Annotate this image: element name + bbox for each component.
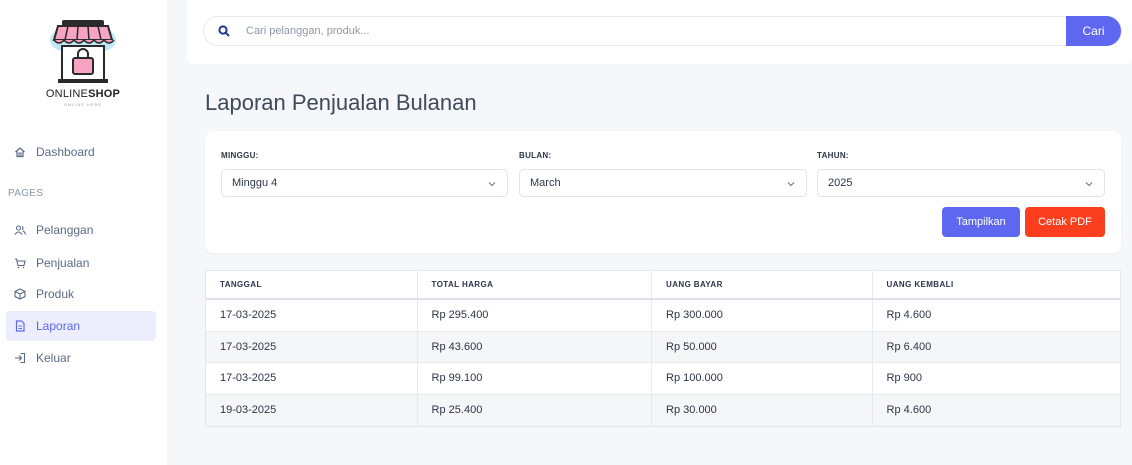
- month-select[interactable]: March: [519, 169, 807, 197]
- cart-icon: [14, 257, 26, 269]
- cell-change: Rp 900: [886, 372, 923, 385]
- box-icon: [14, 288, 26, 300]
- sidebar-item-produk[interactable]: Produk: [6, 279, 156, 309]
- column-header-total-price[interactable]: TOTAL HARGA: [418, 271, 653, 298]
- cell-total-price: Rp 43.600: [418, 331, 653, 362]
- sidebar-item-label: Dashboard: [36, 145, 95, 159]
- chevron-down-icon: [1085, 182, 1093, 187]
- table-row: 17-03-2025 Rp 99.100 Rp 100.000 Rp 900: [206, 363, 1120, 395]
- cell-total-price: Rp 25.400: [418, 394, 653, 426]
- cell-amount-paid: Rp 50.000: [652, 331, 873, 362]
- file-icon: [14, 320, 26, 332]
- cell-total-price: Rp 295.400: [418, 300, 653, 331]
- search-input[interactable]: Cari pelanggan, produk... Cari: [203, 16, 1122, 46]
- month-label: BULAN:: [519, 151, 552, 160]
- cell-amount-paid: Rp 100.000: [652, 363, 873, 394]
- cell-amount-paid: Rp 300.000: [652, 300, 873, 331]
- year-label: TAHUN:: [817, 151, 849, 160]
- search-button[interactable]: Cari: [1066, 16, 1121, 46]
- year-select[interactable]: 2025: [817, 169, 1105, 197]
- column-header-date[interactable]: TANGGAL: [206, 271, 418, 298]
- cell-date: 17-03-2025: [206, 363, 418, 394]
- brand-name: ONLINESHOP: [45, 88, 121, 100]
- cell-change: Rp 6.400: [886, 340, 932, 353]
- sidebar-section-heading: PAGES: [8, 188, 44, 199]
- sidebar-item-laporan[interactable]: Laporan: [6, 311, 156, 341]
- cell-date: 17-03-2025: [206, 300, 418, 331]
- chevron-down-icon: [787, 182, 795, 187]
- cell-amount-paid: Rp 30.000: [652, 394, 873, 426]
- cell-change: Rp 4.600: [886, 309, 932, 322]
- sidebar: ONLINESHOP ONLINE HERE Dashboard PAGES P…: [0, 0, 167, 465]
- cell-date: 17-03-2025: [206, 331, 418, 362]
- sidebar-item-label: Keluar: [36, 351, 71, 365]
- week-select-value: Minggu 4: [232, 177, 278, 189]
- sidebar-item-label: Penjualan: [36, 256, 90, 270]
- sales-report-table: TANGGAL TOTAL HARGA UANG BAYAR UANG KEMB…: [205, 270, 1121, 427]
- sidebar-item-dashboard[interactable]: Dashboard: [6, 137, 156, 167]
- table-row: 19-03-2025 Rp 25.400 Rp 30.000 Rp 4.600: [206, 394, 1120, 426]
- week-select[interactable]: Minggu 4: [221, 169, 508, 197]
- table-row: 17-03-2025 Rp 295.400 Rp 300.000 Rp 4.60…: [206, 300, 1120, 332]
- sidebar-item-label: Pelanggan: [36, 223, 94, 237]
- home-icon: [14, 146, 26, 158]
- column-header-change[interactable]: UANG KEMBALI: [873, 271, 1120, 298]
- month-select-value: March: [530, 177, 561, 189]
- year-select-value: 2025: [828, 177, 853, 189]
- sidebar-item-penjualan[interactable]: Penjualan: [6, 248, 156, 278]
- table-header: TANGGAL TOTAL HARGA UANG BAYAR UANG KEMB…: [206, 271, 1120, 300]
- page-title: Laporan Penjualan Bulanan: [205, 90, 477, 115]
- chevron-down-icon: [488, 182, 496, 187]
- logout-icon: [14, 352, 26, 364]
- column-header-amount-paid[interactable]: UANG BAYAR: [652, 271, 873, 298]
- sidebar-item-pelanggan[interactable]: Pelanggan: [6, 215, 156, 245]
- search-placeholder: Cari pelanggan, produk...: [246, 25, 370, 37]
- print-pdf-button[interactable]: Cetak PDF: [1025, 207, 1105, 237]
- week-label: MINGGU:: [221, 151, 259, 160]
- cell-change: Rp 4.600: [886, 404, 932, 417]
- sidebar-item-label: Laporan: [36, 319, 81, 333]
- topbar: Cari pelanggan, produk... Cari: [187, 0, 1132, 64]
- cell-date: 19-03-2025: [206, 394, 418, 426]
- filter-card: MINGGU: Minggu 4 BULAN: March TAHUN: 202…: [205, 131, 1121, 253]
- storefront-icon: [50, 20, 116, 83]
- table-row: 17-03-2025 Rp 43.600 Rp 50.000 Rp 6.400: [206, 331, 1120, 363]
- sidebar-item-keluar[interactable]: Keluar: [6, 343, 156, 373]
- sidebar-item-label: Produk: [36, 287, 75, 301]
- users-icon: [14, 224, 26, 236]
- shop-logo[interactable]: ONLINESHOP ONLINE HERE: [28, 10, 138, 122]
- brand-tagline: ONLINE HERE: [63, 102, 103, 107]
- cell-total-price: Rp 99.100: [418, 363, 653, 394]
- show-button[interactable]: Tampilkan: [942, 207, 1020, 237]
- search-icon: [218, 25, 230, 37]
